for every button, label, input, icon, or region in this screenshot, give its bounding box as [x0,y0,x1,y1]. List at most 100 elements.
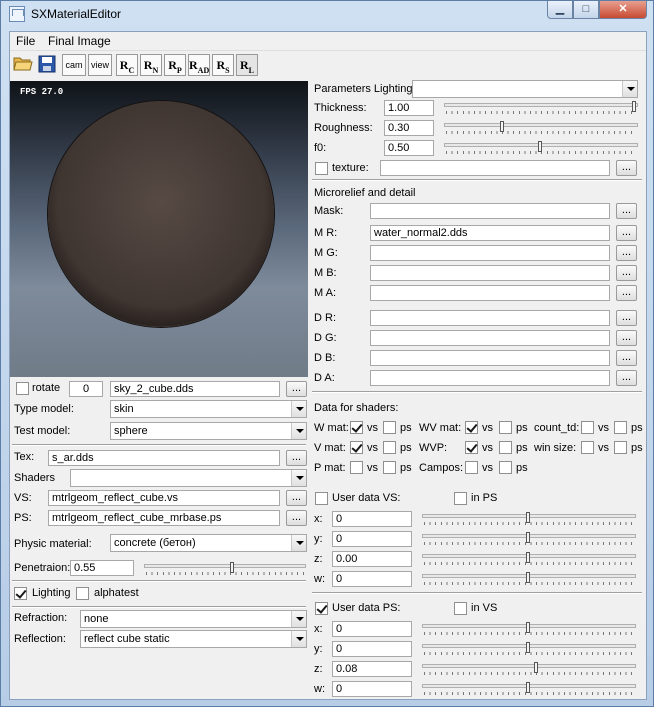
in-vs-checkbox[interactable] [454,602,467,615]
params-lighting-select[interactable] [412,80,638,98]
ups-w-field[interactable]: 0 [332,681,412,697]
lighting-checkbox[interactable] [14,587,27,600]
uvs-w-field[interactable]: 0 [332,571,412,587]
count-td-vs-checkbox[interactable] [581,421,594,434]
mr-browse-button[interactable]: ... [616,225,637,241]
win-size-ps-checkbox[interactable] [614,441,627,454]
save-disk-icon[interactable] [36,54,58,76]
minimize-button[interactable]: ▁ [547,1,573,19]
dr-browse-button[interactable]: ... [616,310,637,326]
texture-checkbox[interactable] [315,162,328,175]
p-mat-ps-checkbox[interactable] [383,461,396,474]
tex-field[interactable]: s_ar.dds [48,450,280,466]
slider-thumb[interactable] [534,662,539,673]
reflection-select[interactable]: reflect cube static [80,630,307,648]
maximize-button[interactable]: □ [573,1,599,19]
type-model-select[interactable]: skin [110,400,307,418]
wv-mat-ps-checkbox[interactable] [499,421,512,434]
penetration-field[interactable]: 0.55 [70,560,134,576]
vs-browse-button[interactable]: ... [286,490,307,506]
cam-button[interactable]: cam [62,54,86,76]
view-button[interactable]: view [88,54,112,76]
menu-final-image[interactable]: Final Image [48,34,111,48]
ups-x-slider[interactable] [422,622,636,636]
p-mat-vs-checkbox[interactable] [350,461,363,474]
mask-field[interactable] [370,203,610,219]
slider-thumb[interactable] [526,572,530,583]
vs-shader-field[interactable]: mtrlgeom_reflect_cube.vs [48,490,280,506]
dr-field[interactable] [370,310,610,326]
v-mat-ps-checkbox[interactable] [383,441,396,454]
slider-thumb[interactable] [500,121,505,132]
uvs-y-slider[interactable] [422,532,636,546]
ma-browse-button[interactable]: ... [616,285,637,301]
slider-thumb[interactable] [526,552,530,563]
mb-field[interactable] [370,265,610,281]
render-s-button[interactable]: RS [212,54,234,76]
user-data-ps-checkbox[interactable] [315,602,328,615]
uvs-z-field[interactable]: 0.00 [332,551,412,567]
da-field[interactable] [370,370,610,386]
user-data-vs-checkbox[interactable] [315,492,328,505]
material-preview-viewport[interactable]: FPS 27.0 [10,81,308,377]
uvs-w-slider[interactable] [422,572,636,586]
slider-thumb[interactable] [526,512,530,523]
campos-vs-checkbox[interactable] [465,461,478,474]
slider-thumb[interactable] [632,101,636,112]
refraction-select[interactable]: none [80,610,307,628]
mb-browse-button[interactable]: ... [616,265,637,281]
slider-thumb[interactable] [538,141,542,152]
ups-z-slider[interactable] [422,662,636,676]
slider-thumb[interactable] [526,532,530,543]
texture-browse-button[interactable]: ... [616,160,637,176]
close-button[interactable]: ✕ [599,1,647,19]
da-browse-button[interactable]: ... [616,370,637,386]
alphatest-checkbox[interactable] [76,587,89,600]
skybox-browse-button[interactable]: ... [286,381,307,397]
render-color-button[interactable]: RC [116,54,138,76]
in-ps-checkbox[interactable] [454,492,467,505]
count-td-ps-checkbox[interactable] [614,421,627,434]
physic-material-select[interactable]: concrete (бетон) [110,534,307,552]
menu-file[interactable]: File [16,34,35,48]
test-model-select[interactable]: sphere [110,422,307,440]
tex-browse-button[interactable]: ... [286,450,307,466]
shaders-select[interactable] [70,469,307,487]
roughness-slider[interactable] [444,121,638,135]
slider-thumb[interactable] [526,622,530,633]
ups-z-field[interactable]: 0.08 [332,661,412,677]
w-mat-ps-checkbox[interactable] [383,421,396,434]
campos-ps-checkbox[interactable] [499,461,512,474]
f0-slider[interactable] [444,141,638,155]
f0-field[interactable]: 0.50 [384,140,434,156]
win-size-vs-checkbox[interactable] [581,441,594,454]
v-mat-vs-checkbox[interactable] [350,441,363,454]
penetration-slider[interactable] [144,562,306,576]
ps-shader-field[interactable]: mtrlgeom_reflect_cube_mrbase.ps [48,510,280,526]
uvs-z-slider[interactable] [422,552,636,566]
slider-thumb[interactable] [526,642,530,653]
wvp-vs-checkbox[interactable] [465,441,478,454]
texture-field[interactable] [380,160,610,176]
rotate-checkbox[interactable] [16,382,29,395]
ups-y-field[interactable]: 0 [332,641,412,657]
render-normal-button[interactable]: RN [140,54,162,76]
uvs-x-field[interactable]: 0 [332,511,412,527]
ups-y-slider[interactable] [422,642,636,656]
dg-browse-button[interactable]: ... [616,330,637,346]
uvs-x-slider[interactable] [422,512,636,526]
open-folder-icon[interactable] [12,54,34,76]
wvp-ps-checkbox[interactable] [499,441,512,454]
uvs-y-field[interactable]: 0 [332,531,412,547]
thickness-field[interactable]: 1.00 [384,100,434,116]
ups-x-field[interactable]: 0 [332,621,412,637]
wv-mat-vs-checkbox[interactable] [465,421,478,434]
w-mat-vs-checkbox[interactable] [350,421,363,434]
thickness-slider[interactable] [444,101,638,115]
slider-thumb[interactable] [229,562,234,573]
db-field[interactable] [370,350,610,366]
db-browse-button[interactable]: ... [616,350,637,366]
render-l-button[interactable]: RL [236,54,258,76]
dg-field[interactable] [370,330,610,346]
rotate-value-field[interactable]: 0 [69,381,103,397]
